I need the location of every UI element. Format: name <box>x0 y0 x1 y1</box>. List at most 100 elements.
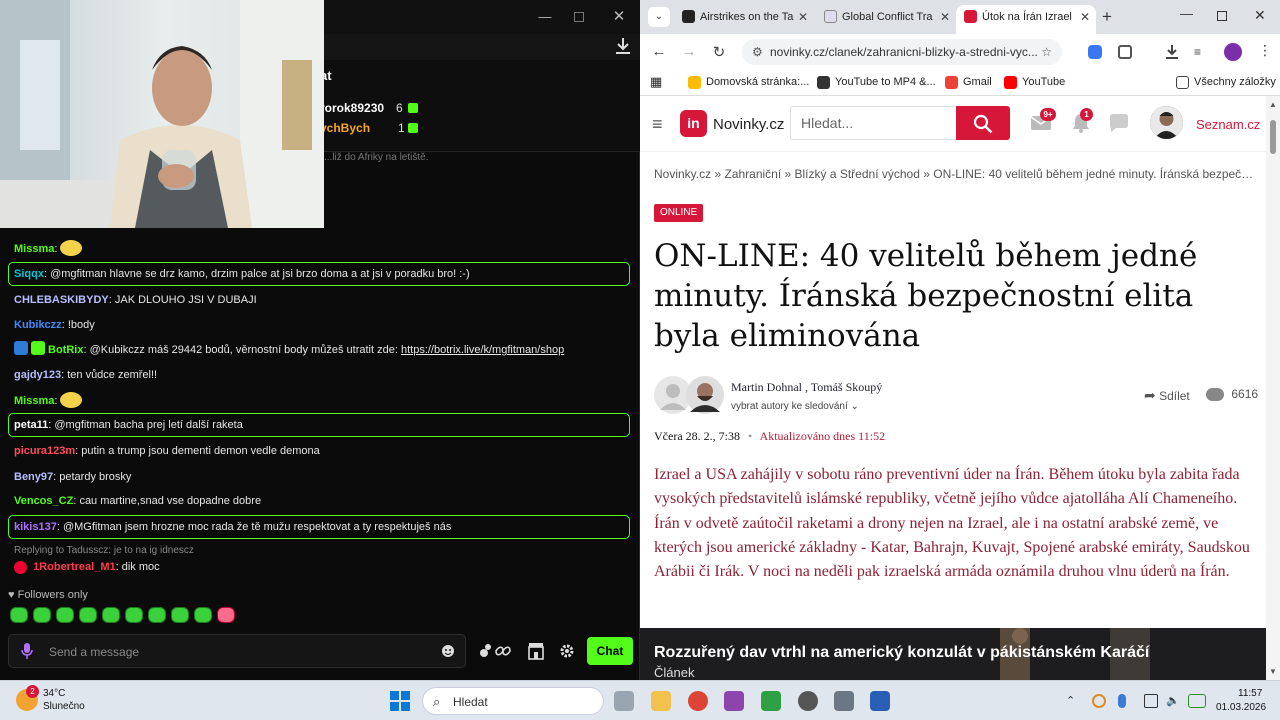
maximize-icon[interactable] <box>574 12 584 22</box>
taskbar-search[interactable]: ⌕ Hledat <box>422 687 604 715</box>
breadcrumb[interactable]: Novinky.cz » Zahraniční » Blízký a Střed… <box>654 167 1254 181</box>
page-scrollbar[interactable]: ▲ ▼ <box>1266 96 1280 680</box>
emote-icon[interactable] <box>217 607 235 623</box>
chat-send-button[interactable]: Chat <box>587 637 633 665</box>
downloads-icon[interactable] <box>1164 44 1180 60</box>
emote-icon[interactable] <box>102 607 120 623</box>
chat-username[interactable]: Siqqx <box>14 268 44 280</box>
chat-username[interactable]: Missma <box>14 243 54 255</box>
media-control-icon[interactable]: ≡ <box>1194 45 1201 59</box>
bookmark-item[interactable]: Gmail <box>945 76 992 89</box>
site-info-icon[interactable]: ⚙ <box>752 39 763 65</box>
tab-utok-na-iran[interactable]: Útok na Írán Izrael ✕ <box>956 5 1096 34</box>
leaderboard-user[interactable]: ychBych <box>320 121 370 135</box>
scroll-down-icon[interactable]: ▼ <box>1269 667 1277 676</box>
emote-icon[interactable] <box>79 607 97 623</box>
bookmark-star-icon[interactable]: ☆ <box>1041 39 1052 65</box>
author-photos[interactable] <box>654 376 726 414</box>
all-bookmarks[interactable]: Všechny záložky <box>1176 76 1276 89</box>
emote-icon[interactable] <box>10 607 28 623</box>
tab-close-icon[interactable]: ✕ <box>940 5 950 29</box>
settings-icon[interactable] <box>834 691 854 711</box>
emote-icon[interactable] <box>33 607 51 623</box>
maximize-icon[interactable] <box>1217 11 1227 21</box>
close-icon[interactable]: ✕ <box>612 9 626 24</box>
chat-username[interactable]: Kubikczz <box>14 319 62 331</box>
app-icon[interactable] <box>724 691 744 711</box>
chat-username[interactable]: Beny97 <box>14 471 53 483</box>
forward-icon[interactable]: → <box>680 43 698 60</box>
seznam-link[interactable]: Seznam.cz <box>1196 117 1260 132</box>
battery-icon[interactable] <box>1188 694 1206 708</box>
user-avatar[interactable] <box>1150 106 1183 139</box>
scroll-thumb[interactable] <box>1270 120 1276 154</box>
app-icon[interactable] <box>870 691 890 711</box>
comments-button[interactable]: 6616 <box>1206 387 1258 402</box>
bookmark-item[interactable]: YouTube to MP4 &... <box>817 76 936 89</box>
network-icon[interactable] <box>1144 694 1158 708</box>
chat-username[interactable]: Missma <box>14 395 54 407</box>
chat-username[interactable]: peta11 <box>14 419 48 431</box>
leaderboard-user[interactable]: rorok89230 <box>320 101 384 115</box>
chat-username[interactable]: picura123m <box>14 445 75 457</box>
chat-username[interactable]: CHLEBASKIBYDY <box>14 294 109 306</box>
emote-icon[interactable] <box>148 607 166 623</box>
bookmark-item[interactable]: Domovská stránka:... <box>688 76 809 89</box>
emote-icon[interactable] <box>194 607 212 623</box>
chat-message-input[interactable] <box>49 641 439 663</box>
follow-authors-link[interactable]: vybrat autory ke sledování ⌄ <box>731 401 859 412</box>
infinity-points-icon[interactable] <box>478 641 512 661</box>
tab-close-icon[interactable]: ✕ <box>798 5 808 29</box>
chat-username[interactable]: 1Robertreal_M1 <box>33 561 116 573</box>
windows-start-icon[interactable] <box>390 691 410 711</box>
tab-airstrikes[interactable]: Airstrikes on the Ta ✕ <box>674 5 814 34</box>
site-name[interactable]: Novinky.cz <box>713 116 784 133</box>
weather-condition[interactable]: Slunečno <box>43 701 85 712</box>
xbox-icon[interactable] <box>761 691 781 711</box>
extension-icon[interactable] <box>1088 45 1102 59</box>
site-search-input[interactable] <box>801 112 951 134</box>
emote-icon[interactable] <box>125 607 143 623</box>
file-explorer-icon[interactable] <box>651 691 671 711</box>
related-video-teaser[interactable]: Rozzuřený dav vtrhl na americký konzulát… <box>640 628 1266 680</box>
clock-date[interactable]: 01.03.2026 <box>1216 702 1266 713</box>
reload-icon[interactable]: ↻ <box>710 43 728 61</box>
store-icon[interactable] <box>528 641 544 661</box>
volume-icon[interactable]: 🔈 <box>1166 694 1180 708</box>
back-icon[interactable]: ← <box>650 43 668 60</box>
tab-global-conflict[interactable]: Global Conflict Tra ✕ <box>816 5 956 34</box>
weather-temperature[interactable]: 34°C <box>43 688 65 699</box>
menu-dots-icon[interactable]: ⋮ <box>1258 42 1272 59</box>
apps-grid-icon[interactable]: ▦ <box>650 74 662 90</box>
minimize-icon[interactable]: — <box>1180 6 1193 21</box>
chat-username[interactable]: Vencos_CZ <box>14 495 73 507</box>
microphone-icon[interactable] <box>21 643 33 659</box>
chat-bubble-icon[interactable] <box>1108 112 1130 134</box>
minimize-icon[interactable]: — <box>538 10 552 24</box>
article-authors[interactable]: Martin Dohnal , Tomáš Skoupý <box>731 380 882 395</box>
sync-icon[interactable] <box>1092 694 1106 708</box>
close-icon[interactable]: ✕ <box>1254 7 1266 24</box>
chat-username[interactable]: gajdy123 <box>14 369 61 381</box>
share-button[interactable]: ➦ Sdílet <box>1144 387 1190 404</box>
tray-chevron-icon[interactable]: ⌃ <box>1066 694 1080 708</box>
tab-close-icon[interactable]: ✕ <box>1080 5 1090 29</box>
clock-time[interactable]: 11:57 <box>1238 688 1262 699</box>
download-icon[interactable] <box>614 36 632 56</box>
tab-search-chevron-icon[interactable]: ⌄ <box>648 7 670 27</box>
emote-icon[interactable] <box>56 607 74 623</box>
emoji-icon[interactable] <box>441 644 455 658</box>
hamburger-menu-icon[interactable]: ≡ <box>652 114 663 135</box>
search-button[interactable] <box>956 106 1010 140</box>
chat-username[interactable]: BotRix <box>48 344 83 356</box>
novinky-logo[interactable]: in <box>680 110 707 137</box>
settings-gear-icon[interactable] <box>559 641 575 661</box>
task-view-icon[interactable] <box>614 691 634 711</box>
profile-avatar[interactable] <box>1224 43 1242 61</box>
scroll-up-icon[interactable]: ▲ <box>1269 100 1277 109</box>
chrome-icon[interactable] <box>688 691 708 711</box>
extensions-puzzle-icon[interactable] <box>1118 45 1132 59</box>
bookmark-item[interactable]: YouTube <box>1004 76 1065 89</box>
emote-icon[interactable] <box>171 607 189 623</box>
address-bar[interactable]: ⚙ novinky.cz/clanek/zahranicni-blizky-a-… <box>742 39 1062 65</box>
